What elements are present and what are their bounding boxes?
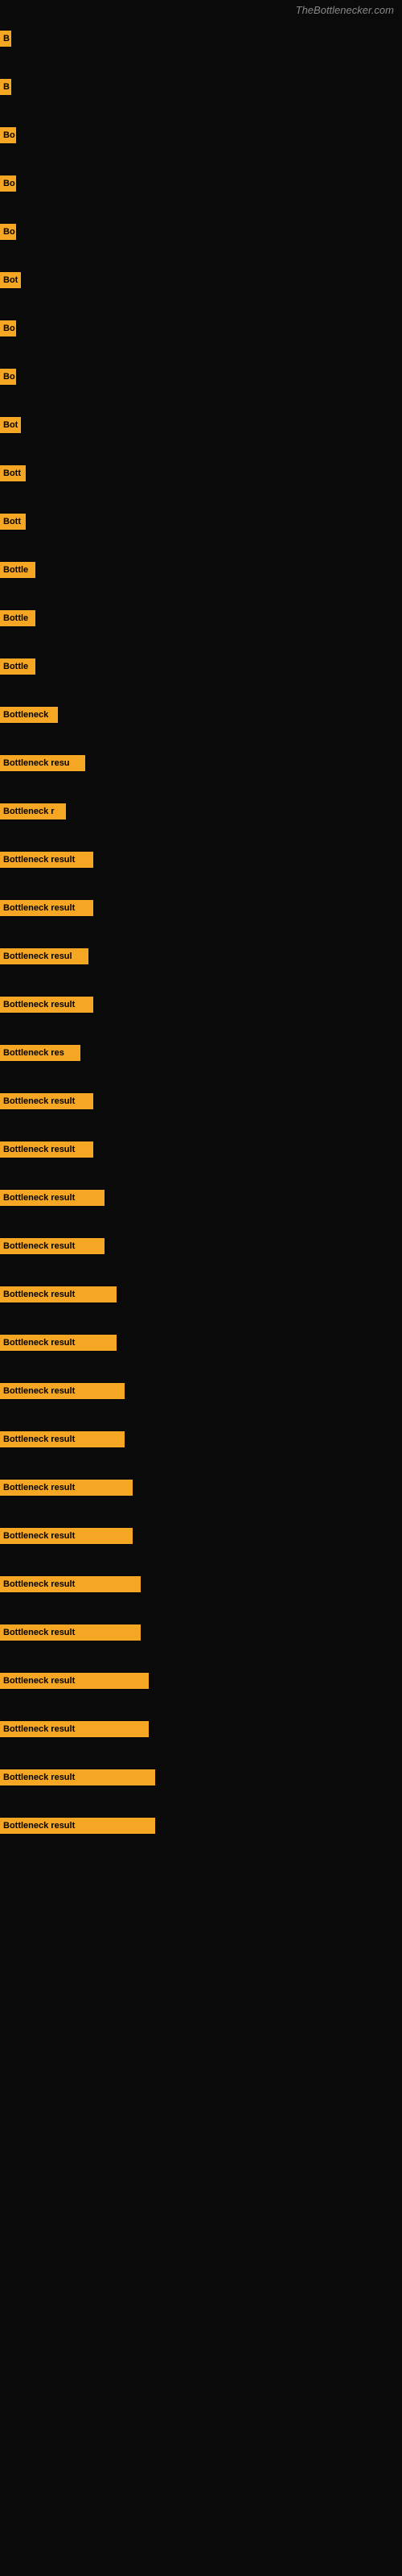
list-item: Bottleneck result [0,1473,402,1521]
bottleneck-label: Bo [0,369,16,385]
bottleneck-label: Bottleneck result [0,1141,93,1158]
bottleneck-label: Bo [0,175,16,192]
bottleneck-label: Bottleneck result [0,1576,141,1592]
bottleneck-label: Bottle [0,562,35,578]
bottleneck-label: Bottleneck result [0,1238,105,1254]
list-item: Bo [0,314,402,362]
bottleneck-label: Bottleneck result [0,1383,125,1399]
list-item: Bottleneck result [0,1087,402,1135]
bottleneck-label: Bottle [0,658,35,675]
list-item: Bot [0,411,402,459]
site-title: TheBottlenecker.com [296,4,394,16]
list-item: Bottleneck resul [0,942,402,990]
main-container: B B Bo Bo Bo Bot Bo Bo Bot Bott Bott Bottle Bottle Bo… [0,0,402,1860]
list-item: Bottleneck result [0,1183,402,1232]
list-item: Bo [0,169,402,217]
list-item: Bottleneck result [0,894,402,942]
bottleneck-label: Bottle [0,610,35,626]
bottleneck-label: Bottleneck result [0,1673,149,1689]
list-item: Bottleneck result [0,1715,402,1763]
list-item: Bottleneck r [0,797,402,845]
bottleneck-label: Bottleneck result [0,1818,155,1834]
bottleneck-label: Bottleneck r [0,803,66,819]
bottleneck-label: Bottleneck result [0,1624,141,1641]
bottleneck-label: Bottleneck result [0,1190,105,1206]
list-item: Bottleneck result [0,1328,402,1377]
bottleneck-label: B [0,79,11,95]
list-item: Bottleneck result [0,990,402,1038]
bottleneck-label: Bottleneck [0,707,58,723]
list-item: Bott [0,459,402,507]
bottleneck-label: Bottleneck result [0,1528,133,1544]
bottleneck-label: Bottleneck res [0,1045,80,1061]
list-item: Bottleneck result [0,845,402,894]
bottleneck-label: Bottleneck result [0,852,93,868]
list-item: Bo [0,362,402,411]
list-item: Bottleneck resu [0,749,402,797]
bottleneck-label: Bo [0,320,16,336]
bottleneck-label: Bottleneck result [0,997,93,1013]
list-item: Bottleneck result [0,1666,402,1715]
list-item: Bottleneck [0,700,402,749]
list-item: Bottle [0,604,402,652]
bottleneck-label: Bottleneck result [0,1286,117,1302]
list-item: Bottleneck result [0,1570,402,1618]
bottleneck-label: Bottleneck result [0,1431,125,1447]
bottleneck-label: Bottleneck result [0,1480,133,1496]
list-item: Bottleneck result [0,1811,402,1860]
bottleneck-label: Bottleneck result [0,1721,149,1737]
list-item: Bottle [0,652,402,700]
list-item: Bottleneck result [0,1425,402,1473]
bottleneck-label: Bottleneck result [0,1769,155,1785]
list-item: Bot [0,266,402,314]
list-item: Bottleneck result [0,1521,402,1570]
list-item: Bottleneck result [0,1763,402,1811]
list-item: B [0,72,402,121]
list-item: Bottleneck result [0,1377,402,1425]
bottleneck-label: Bo [0,224,16,240]
bottleneck-label: Bottleneck result [0,1335,117,1351]
list-item: B [0,24,402,72]
list-item: Bo [0,121,402,169]
list-item: Bottleneck result [0,1232,402,1280]
list-item: Bo [0,217,402,266]
bottleneck-label: Bo [0,127,16,143]
list-item: Bottleneck res [0,1038,402,1087]
bottleneck-label: B [0,31,11,47]
list-item: Bott [0,507,402,555]
bottleneck-label: Bott [0,514,26,530]
bottleneck-label: Bottleneck result [0,1093,93,1109]
bottleneck-label: Bottleneck resul [0,948,88,964]
list-item: Bottle [0,555,402,604]
list-item: Bottleneck result [0,1618,402,1666]
bottleneck-label: Bott [0,465,26,481]
list-item: Bottleneck result [0,1280,402,1328]
bottleneck-label: Bottleneck result [0,900,93,916]
bottleneck-label: Bot [0,417,21,433]
bottleneck-label: Bottleneck resu [0,755,85,771]
bottleneck-label: Bot [0,272,21,288]
list-item: Bottleneck result [0,1135,402,1183]
